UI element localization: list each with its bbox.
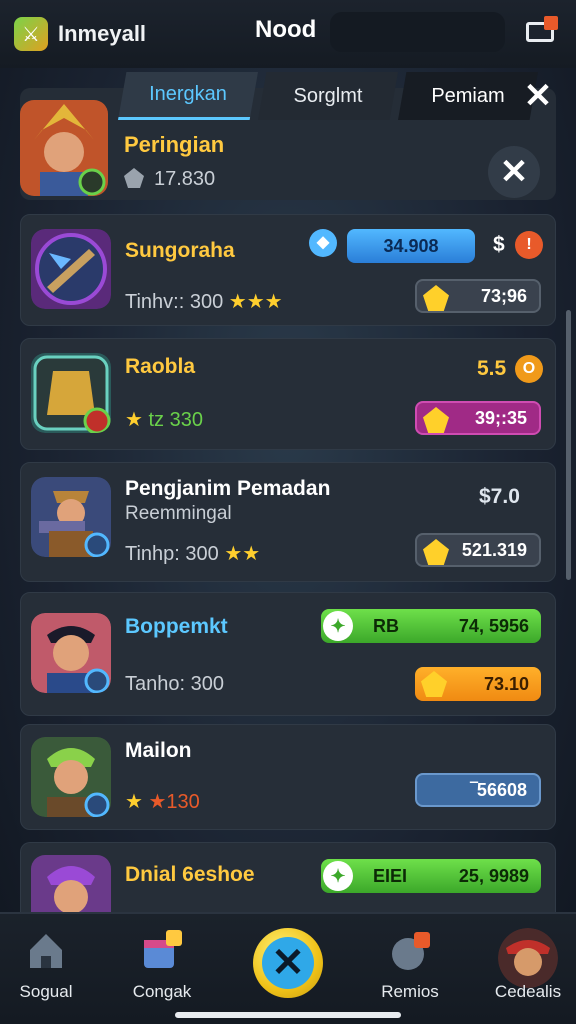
item-level: Tinhp: 300 ★★ — [125, 541, 260, 566]
profile-score-value: 17.830 — [154, 168, 216, 190]
gold-gem-icon — [423, 285, 449, 311]
item-level: ★ ★130 — [125, 789, 200, 814]
gold-value: 73;96 — [480, 285, 527, 306]
avatar — [498, 928, 558, 988]
leaf-icon: ✦ — [323, 611, 353, 641]
tab-sorglmt[interactable]: Sorglmt — [258, 72, 398, 120]
leaf-icon: ✦ — [323, 861, 353, 891]
main-panel: Peringian 17.830 ✕ Inergkan Sorglmt Pemi… — [14, 72, 562, 917]
coin-icon: O — [515, 355, 543, 383]
nav-item-sogual[interactable]: Sogual — [0, 928, 96, 1002]
badge-value: 34.908 — [383, 235, 439, 256]
item-subtitle: Reemmingal — [125, 503, 232, 524]
star-rating: ★★ — [224, 543, 261, 565]
item-price: 5.5 — [477, 357, 507, 380]
star-rating: ★★★ — [228, 291, 283, 313]
item-level: Tanho: 300 — [125, 673, 224, 695]
tab-bar: Inergkan Sorglmt Pemiam — [118, 72, 538, 120]
item-price: $ — [493, 233, 505, 256]
green-label: EIEI — [373, 865, 408, 886]
item-avatar — [31, 229, 111, 309]
app-title: Inmeyall — [58, 21, 147, 46]
item-level: ★ tz 330 — [125, 407, 203, 432]
pill-value: ‾56608 — [470, 779, 527, 800]
gold-value: 73.10 — [483, 673, 529, 694]
item-price: $7.0 — [479, 485, 520, 508]
home-icon — [24, 928, 68, 972]
green-value: 74, 5956 — [458, 615, 529, 636]
list-item[interactable]: Sungoraha Tinhv:: 300 ★★★ ◆ 34.908 $ ! 7… — [20, 214, 556, 326]
item-level-value: ★130 — [148, 791, 200, 813]
green-pill[interactable]: ✦ EIEI 25, 9989 — [321, 859, 541, 893]
nav-item-remios[interactable]: Remios — [360, 928, 460, 1002]
nav-item-congak[interactable]: Congak — [112, 928, 212, 1002]
header-title: Nood — [255, 16, 317, 43]
gold-gem-icon — [421, 671, 447, 697]
nav-label: Cedealis — [494, 982, 562, 1001]
close-icon[interactable]: ✕ — [520, 78, 556, 114]
gold-pill[interactable]: 73;96 — [415, 279, 541, 313]
item-level: Tinhv:: 300 ★★★ — [125, 289, 283, 314]
tab-inergkan[interactable]: Inergkan — [118, 72, 258, 120]
item-name: Raobla — [125, 355, 196, 378]
tab-pemiam[interactable]: Pemiam — [398, 72, 538, 120]
gold-pill[interactable]: 521.319 — [415, 533, 541, 567]
home-indicator — [175, 1012, 401, 1018]
gold-value: 39;:35 — [474, 407, 527, 428]
item-name: Pengjanim Pemadan — [125, 477, 331, 500]
value-pill[interactable]: 34.908 — [347, 229, 475, 263]
gold-value: 521.319 — [461, 539, 527, 560]
item-avatar — [31, 613, 111, 693]
list-item[interactable]: Raobla ★ tz 330 5.5 O 39;:35 — [20, 338, 556, 450]
green-label: RB — [373, 615, 399, 636]
coin-icon: ! — [515, 231, 543, 259]
search-field[interactable] — [330, 12, 505, 52]
item-level-value: Tinhp: 300 — [125, 543, 219, 565]
green-value: 25, 9989 — [458, 865, 529, 886]
item-avatar — [31, 737, 111, 817]
center-action-button[interactable]: ✕ — [253, 928, 323, 998]
sword-icon[interactable]: ⚔ — [14, 17, 48, 51]
nav-label: Sogual — [19, 982, 73, 1001]
helmet-icon — [388, 928, 432, 972]
list-item[interactable]: Boppemkt Tanho: 300 ✦ RB 74, 5956 73.10 — [20, 592, 556, 716]
star-icon: ★ — [125, 409, 143, 431]
list-item[interactable]: Mailon ★ ★130 ‾56608 — [20, 724, 556, 830]
gem-icon: ◆ — [309, 229, 337, 257]
list-item[interactable]: Dnial 6eshoe ✦ EIEI 25, 9989 — [20, 842, 556, 917]
gold-pill[interactable]: 39;:35 — [415, 401, 541, 435]
bottom-nav: Sogual Congak ✕ Remios Cedealis — [0, 912, 576, 1024]
gold-gem-icon — [423, 539, 449, 565]
item-name: Dnial 6eshoe — [125, 863, 255, 886]
badge-icon — [124, 168, 144, 188]
gold-pill[interactable]: 73.10 — [415, 667, 541, 701]
nav-label: Remios — [381, 982, 439, 1001]
nav-item-cedealis[interactable]: Cedealis — [478, 928, 576, 1002]
item-level-value: tz 330 — [148, 409, 203, 431]
profile-name: Peringian — [124, 132, 225, 157]
gift-icon — [140, 928, 184, 972]
item-name: Sungoraha — [125, 239, 235, 262]
value-pill[interactable]: ‾56608 — [415, 773, 541, 807]
item-avatar — [31, 855, 111, 917]
item-name: Mailon — [125, 739, 192, 762]
item-avatar — [31, 353, 111, 433]
mail-icon[interactable] — [526, 16, 558, 44]
close-icon: ✕ — [262, 937, 314, 989]
profile-score: 17.830 — [124, 168, 215, 191]
top-bar: ⚔ Inmeyall Nood — [0, 0, 576, 68]
star-icon: ★ — [125, 791, 143, 813]
item-name: Boppemkt — [125, 615, 228, 638]
nav-label: Congak — [132, 982, 192, 1001]
item-level-value: Tinhv:: 300 — [125, 291, 224, 313]
green-pill[interactable]: ✦ RB 74, 5956 — [321, 609, 541, 643]
scrollbar[interactable] — [566, 310, 571, 580]
close-button[interactable]: ✕ — [488, 146, 540, 198]
list-item[interactable]: Pengjanim Pemadan Reemmingal Tinhp: 300 … — [20, 462, 556, 582]
gold-gem-icon — [423, 407, 449, 433]
profile-avatar[interactable] — [20, 100, 108, 196]
item-avatar — [31, 477, 111, 557]
